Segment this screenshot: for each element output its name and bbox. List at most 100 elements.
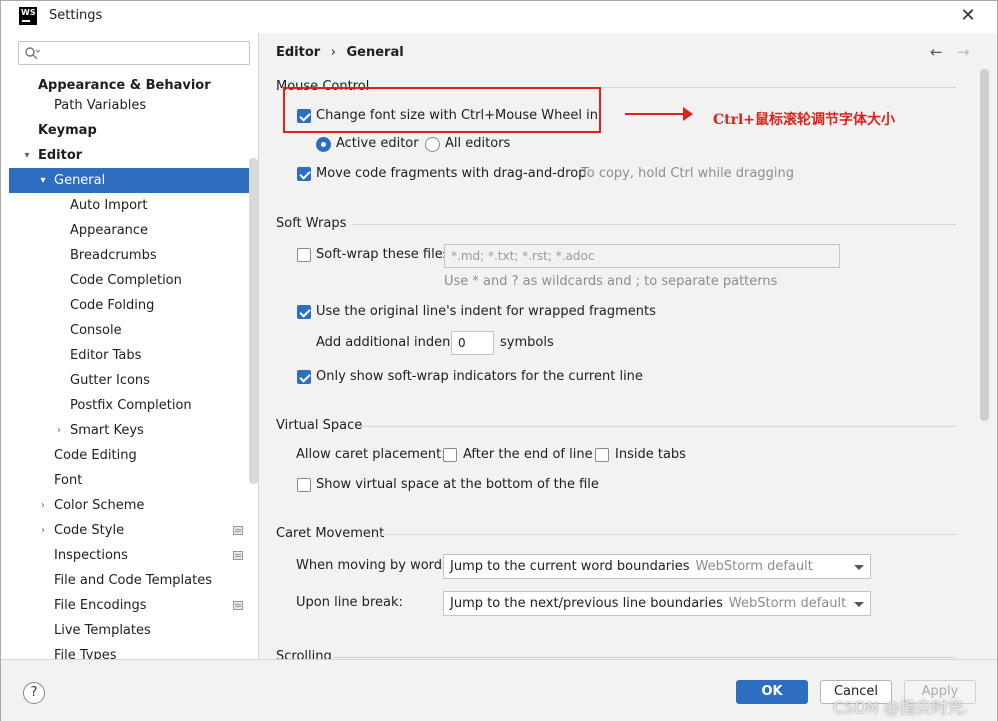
active-editor-radio[interactable]: [316, 137, 331, 152]
section-virtual-space: Virtual Space: [276, 418, 363, 433]
after-end-label[interactable]: After the end of line: [463, 447, 593, 462]
section-caret-movement: Caret Movement: [276, 526, 385, 541]
active-editor-label[interactable]: Active editor: [336, 136, 419, 151]
chevron-right-icon[interactable]: ›: [53, 418, 65, 443]
sidebar-item-editor[interactable]: ▾ Editor: [9, 143, 249, 168]
sidebar-item-code-style[interactable]: › Code Style: [9, 518, 249, 543]
sidebar-item-file-encodings[interactable]: File Encodings: [9, 593, 249, 618]
chevron-right-icon[interactable]: ›: [37, 493, 49, 518]
breadcrumb-current: General: [346, 45, 404, 60]
annotation-arrow-icon: [625, 107, 693, 121]
sidebar-item-label: Keymap: [38, 123, 97, 138]
soft-wrap-files-checkbox[interactable]: [297, 248, 311, 262]
chevron-down-icon[interactable]: ▾: [37, 168, 49, 193]
sidebar-item-gutter-icons[interactable]: Gutter Icons: [9, 368, 249, 393]
sidebar-item-label: Live Templates: [54, 623, 151, 638]
breadcrumb-parent[interactable]: Editor: [276, 45, 320, 60]
current-line-only-checkbox[interactable]: [297, 370, 311, 384]
close-icon[interactable]: ✕: [957, 4, 979, 28]
section-soft-wraps: Soft Wraps: [276, 216, 347, 231]
breadcrumb: Editor › General: [276, 45, 410, 60]
chevron-right-icon[interactable]: ›: [37, 518, 49, 543]
moving-words-label: When moving by words:: [296, 558, 454, 573]
moving-words-value: Jump to the current word boundaries: [450, 559, 690, 574]
caret-placement-label: Allow caret placement:: [296, 447, 446, 462]
chevron-down-icon[interactable]: ▾: [21, 143, 33, 168]
line-break-select[interactable]: Jump to the next/previous line boundarie…: [443, 591, 871, 616]
line-break-label: Upon line break:: [296, 595, 403, 610]
sidebar-item-label: Postfix Completion: [70, 398, 192, 413]
sidebar-scrollbar[interactable]: [249, 158, 258, 484]
project-settings-icon: [233, 601, 243, 610]
moving-words-default: WebStorm default: [695, 559, 813, 574]
current-line-only-label[interactable]: Only show soft-wrap indicators for the c…: [316, 369, 643, 384]
project-settings-icon: [233, 526, 243, 535]
sidebar-item-auto-import[interactable]: Auto Import: [9, 193, 249, 218]
section-divider: [334, 657, 956, 658]
sidebar-item-label: Console: [70, 323, 122, 338]
search-input[interactable]: [41, 44, 241, 62]
sidebar-item-code-folding[interactable]: Code Folding: [9, 293, 249, 318]
moving-words-select[interactable]: Jump to the current word boundaries WebSt…: [443, 554, 871, 579]
section-divider: [352, 224, 956, 225]
bottom-file-checkbox[interactable]: [297, 478, 311, 492]
annotation-highlight-box: [283, 87, 601, 133]
sidebar-item-live-templates[interactable]: Live Templates: [9, 618, 249, 643]
ok-button[interactable]: OK: [736, 680, 808, 704]
webstorm-logo-icon: WS: [19, 7, 37, 25]
additional-indent-input[interactable]: 0: [451, 331, 494, 355]
original-indent-label[interactable]: Use the original line's indent for wrapp…: [316, 304, 656, 319]
sidebar-item-label: Code Completion: [70, 273, 182, 288]
sidebar-item-smart-keys[interactable]: › Smart Keys: [9, 418, 249, 443]
sidebar-item-label: Code Folding: [70, 298, 155, 313]
sidebar-item-label: Code Editing: [54, 448, 137, 463]
inside-tabs-checkbox[interactable]: [595, 448, 609, 462]
sidebar-item-keymap[interactable]: Keymap: [9, 118, 249, 143]
additional-indent-label: Add additional indent:: [316, 335, 460, 350]
help-icon[interactable]: ?: [23, 682, 45, 704]
sidebar-item-postfix-completion[interactable]: Postfix Completion: [9, 393, 249, 418]
project-settings-icon: [233, 551, 243, 560]
search-icon: [25, 47, 40, 60]
sidebar-item-path-variables[interactable]: Path Variables: [9, 93, 249, 118]
drag-drop-checkbox[interactable]: [297, 167, 311, 181]
sidebar-item-inspections[interactable]: Inspections: [9, 543, 249, 568]
content-scrollbar[interactable]: [980, 69, 989, 421]
sidebar-item-font[interactable]: Font: [9, 468, 249, 493]
sidebar-item-label: Color Scheme: [54, 498, 145, 513]
sidebar-item-label: General: [54, 173, 106, 188]
back-arrow-icon[interactable]: ←: [930, 43, 943, 61]
after-end-checkbox[interactable]: [443, 448, 457, 462]
sidebar-item-appearance[interactable]: Appearance: [9, 218, 249, 243]
sidebar-item-console[interactable]: Console: [9, 318, 249, 343]
original-indent-checkbox[interactable]: [297, 305, 311, 319]
sidebar-item-editor-tabs[interactable]: Editor Tabs: [9, 343, 249, 368]
all-editors-radio[interactable]: [425, 137, 440, 152]
soft-wrap-files-input[interactable]: *.md; *.txt; *.rst; *.adoc: [444, 244, 840, 268]
bottom-file-label[interactable]: Show virtual space at the bottom of the …: [316, 477, 599, 492]
line-break-value: Jump to the next/previous line boundarie…: [450, 596, 723, 611]
section-scrolling: Scrolling: [276, 649, 332, 659]
forward-arrow-icon[interactable]: →: [957, 43, 970, 61]
sidebar-item-label: Path Variables: [54, 98, 147, 113]
search-box[interactable]: [18, 41, 250, 65]
breadcrumb-separator: ›: [330, 45, 336, 60]
sidebar-item-label: Font: [54, 473, 83, 488]
chevron-down-icon: [854, 565, 864, 570]
csdn-watermark: CSDN @指尖时光.: [833, 698, 969, 717]
sidebar-item-general[interactable]: ▾ General: [9, 168, 249, 193]
sidebar-item-color-scheme[interactable]: › Color Scheme: [9, 493, 249, 518]
sidebar-item-file-code-templates[interactable]: File and Code Templates: [9, 568, 249, 593]
settings-sidebar: Appearance & Behavior Path Variables Key…: [1, 33, 259, 659]
all-editors-label[interactable]: All editors: [445, 136, 510, 151]
sidebar-item-file-types[interactable]: File Types: [9, 643, 249, 659]
window-title: Settings: [49, 8, 103, 23]
sidebar-item-code-editing[interactable]: Code Editing: [9, 443, 249, 468]
annotation-text: Ctrl+鼠标滚轮调节字体大小: [713, 112, 896, 128]
inside-tabs-label[interactable]: Inside tabs: [615, 447, 686, 462]
soft-wrap-files-label[interactable]: Soft-wrap these files:: [316, 247, 454, 262]
sidebar-item-label: Appearance: [70, 223, 149, 238]
sidebar-item-code-completion[interactable]: Code Completion: [9, 268, 249, 293]
drag-drop-label[interactable]: Move code fragments with drag-and-drop: [316, 166, 586, 181]
sidebar-item-breadcrumbs[interactable]: Breadcrumbs: [9, 243, 249, 268]
